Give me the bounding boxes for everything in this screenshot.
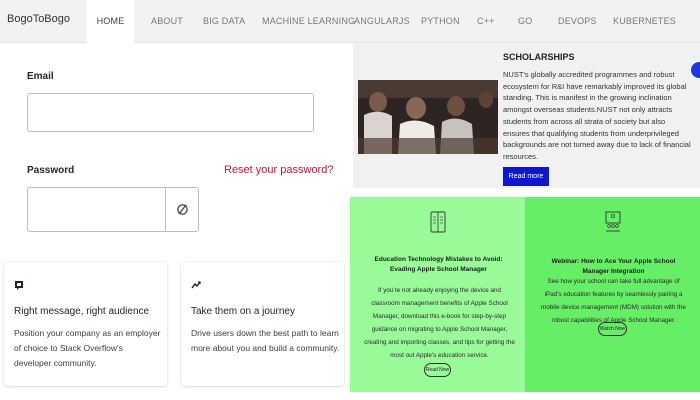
feature-card-journey: Take them on a journey Drive users down … — [181, 262, 344, 386]
brand-logo[interactable]: BogoToBogo — [7, 13, 70, 25]
scholarships-title: SCHOLARSHIPS — [503, 52, 575, 62]
email-label: Email — [27, 71, 54, 82]
floating-action-button[interactable] — [691, 62, 700, 78]
toggle-password-visibility-button[interactable] — [165, 187, 198, 231]
panel-description: See how your school can take full advant… — [541, 278, 686, 324]
promo-panel-webinar: Webinar: How to Ace Your Apple School Ma… — [525, 197, 700, 392]
password-field[interactable] — [28, 188, 164, 231]
panel-title: Webinar: How to Ace Your Apple School Ma… — [551, 258, 676, 275]
students-photo — [358, 80, 498, 154]
scholarships-card: SCHOLARSHIPS NUST's globally accredited … — [353, 43, 700, 188]
nav-item-angularjs[interactable]: ANGULARJS — [354, 0, 410, 43]
nav-item-about[interactable]: ABOUT — [151, 0, 183, 43]
panel-title: Education Technology Mistakes to Avoid: … — [374, 256, 503, 273]
email-field[interactable] — [27, 93, 314, 132]
panel-description: If you're not already enjoying the devic… — [364, 287, 515, 359]
message-icon — [15, 281, 23, 290]
nav-item-kubernetes[interactable]: KUBERNETES — [613, 0, 676, 43]
eye-off-icon — [176, 203, 188, 215]
feature-description: Position your company as an employer of … — [14, 328, 161, 368]
password-label: Password — [27, 165, 75, 176]
read-more-button[interactable]: Read more — [503, 167, 549, 186]
nav-item-python[interactable]: PYTHON — [421, 0, 460, 43]
read-now-button[interactable]: Read Now — [424, 363, 451, 377]
nav-item-big-data[interactable]: BIG DATA — [203, 0, 245, 43]
feature-title: Take them on a journey — [191, 306, 295, 317]
trend-icon — [191, 281, 201, 289]
nav-item-home[interactable]: HOME — [87, 0, 134, 43]
scholarships-description: NUST's globally accredited programmes an… — [503, 70, 691, 161]
nav-item-go[interactable]: GO — [518, 0, 532, 43]
promo-panel-ebook: Education Technology Mistakes to Avoid: … — [350, 197, 525, 392]
nav-item-devops[interactable]: DEVOPS — [558, 0, 597, 43]
presentation-icon — [605, 211, 621, 232]
feature-title: Right message, right audience — [14, 306, 150, 317]
top-navigation: BogoToBogo HOME ABOUT BIG DATA MACHINE L… — [0, 0, 700, 43]
nav-item-cpp[interactable]: C++ — [477, 0, 495, 43]
reset-password-link[interactable]: Reset your password? — [224, 164, 333, 176]
feature-card-right-message: Right message, right audience Position y… — [4, 262, 167, 386]
book-icon — [430, 211, 446, 233]
feature-description: Drive users down the best path to learn … — [191, 328, 340, 353]
nav-item-machine-learning[interactable]: MACHINE LEARNING — [262, 0, 355, 43]
watch-now-button[interactable]: Watch Now — [598, 322, 627, 336]
